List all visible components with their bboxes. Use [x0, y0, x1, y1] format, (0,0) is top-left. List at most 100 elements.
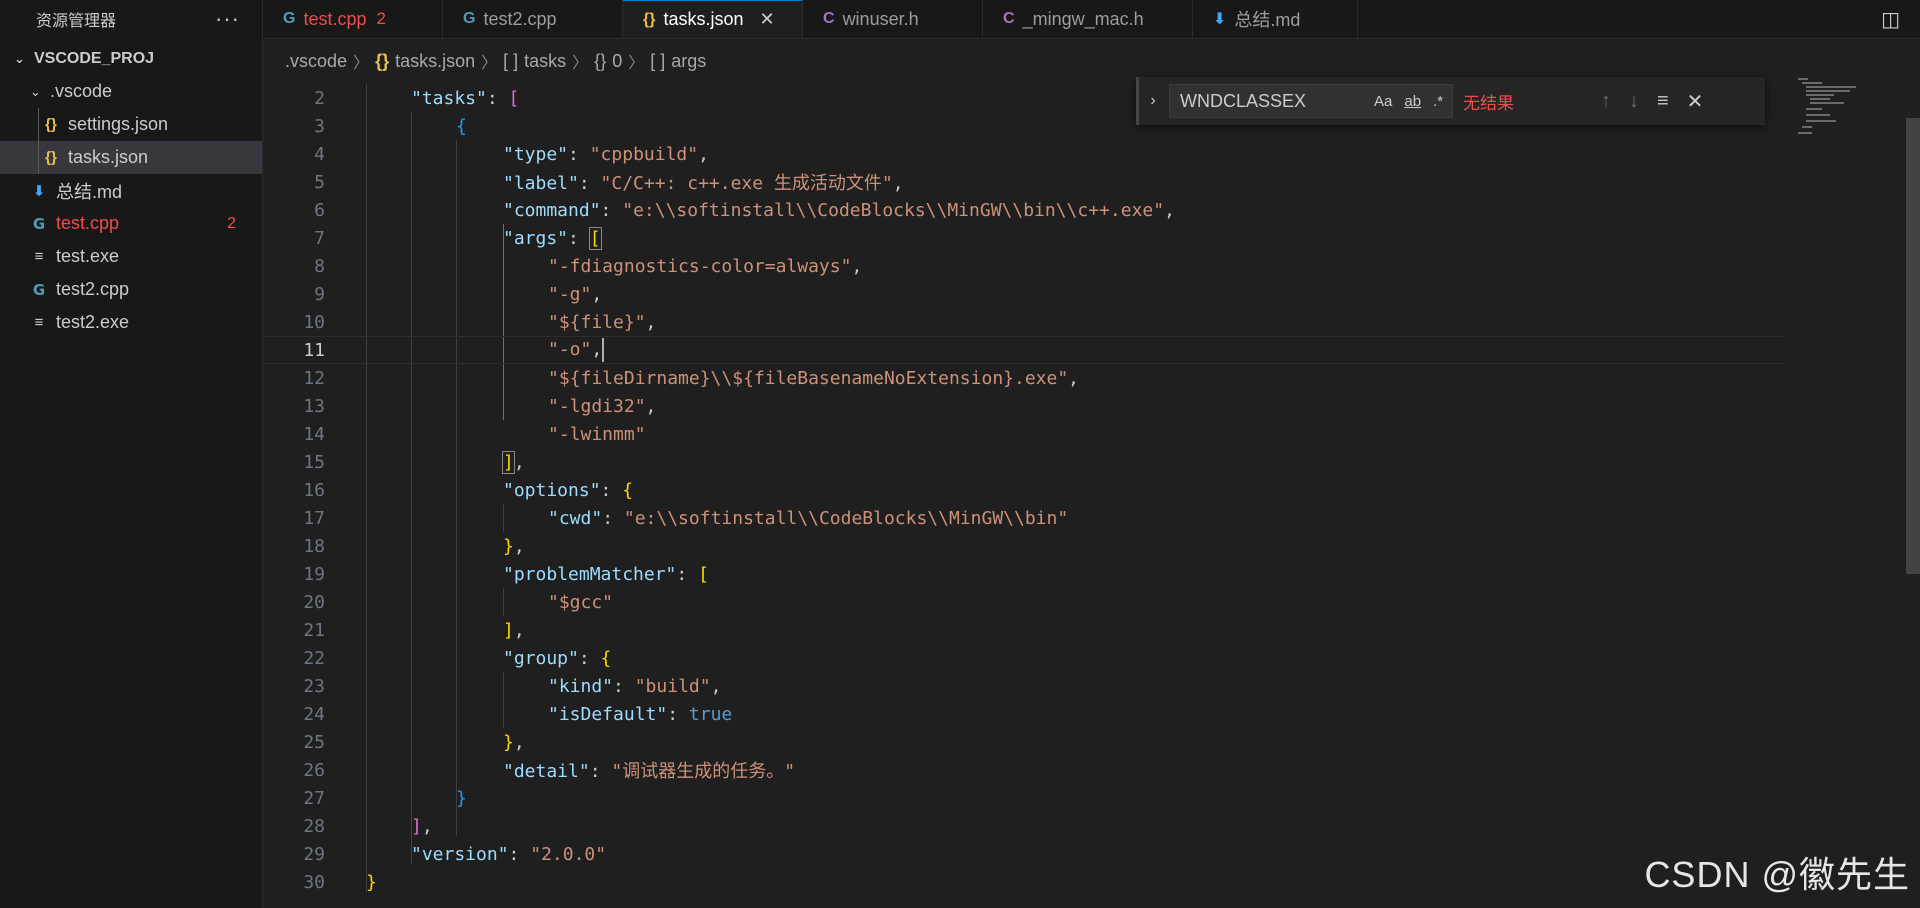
json-key: "kind": [548, 675, 614, 697]
arrow-down-icon[interactable]: ↓: [1629, 90, 1639, 113]
line-number: 9: [314, 283, 325, 305]
code-line: 25 },: [263, 728, 1783, 756]
close-icon[interactable]: ✕: [1687, 89, 1704, 114]
regex-icon[interactable]: .*: [1433, 93, 1443, 110]
chevron-down-icon: ⌄: [14, 50, 25, 66]
scrollbar-thumb[interactable]: [1906, 118, 1920, 574]
json-string: "${file}": [548, 311, 646, 333]
binary-file-icon: ≡: [34, 248, 44, 265]
binary-file-icon: ≡: [34, 314, 44, 331]
code-line: 5 "label": "C/C++: c++.exe 生成活动文件",: [263, 168, 1783, 196]
project-folder[interactable]: ⌄ VSCODE_PROJ: [0, 42, 262, 75]
code-line: 9 "-g",: [263, 280, 1783, 308]
c-header-file-icon: C: [1003, 10, 1015, 27]
chevron-right-icon[interactable]: ›: [1139, 92, 1167, 110]
tab-label: 总结.md: [1234, 10, 1301, 30]
tree-item-test-exe[interactable]: ≡ test.exe: [0, 240, 262, 273]
tab-winuser-h[interactable]: C winuser.h: [803, 0, 983, 38]
code-line: 20 "$gcc": [263, 588, 1783, 616]
error-count-badge: 2: [227, 214, 236, 232]
json-string: "-lwinmm": [548, 423, 646, 445]
code-line: 29 "version": "2.0.0": [263, 840, 1783, 868]
tree-item-label: test2.exe: [56, 312, 130, 332]
tab-tasks-json[interactable]: {} tasks.json ✕: [623, 0, 803, 38]
json-string: "e:\\softinstall\\CodeBlocks\\MinGW\\bin…: [623, 507, 1069, 529]
line-number: 18: [303, 535, 325, 557]
json-key: "group": [503, 647, 579, 669]
code-line: 14 "-lwinmm": [263, 420, 1783, 448]
line-number: 6: [314, 199, 325, 221]
breadcrumb-item[interactable]: .vscode: [285, 51, 347, 72]
tree-item-tasks-json[interactable]: {} tasks.json: [0, 141, 262, 174]
find-in-selection-icon[interactable]: ≡: [1657, 90, 1669, 113]
json-string: "C/C++: c++.exe 生成活动文件": [600, 173, 893, 194]
tab-summary-md[interactable]: ⬇ 总结.md: [1193, 0, 1358, 38]
code-line: 22 "group": {: [263, 644, 1783, 672]
line-number: 20: [303, 591, 325, 613]
breadcrumb-item[interactable]: tasks.json: [395, 51, 475, 72]
tab-mingw-mac-h[interactable]: C _mingw_mac.h: [983, 0, 1193, 38]
code-line: 7 "args": [: [263, 224, 1783, 252]
more-actions-icon[interactable]: ···: [215, 6, 240, 32]
tree-item-settings-json[interactable]: {} settings.json: [0, 108, 262, 141]
close-icon[interactable]: ✕: [760, 9, 775, 30]
json-string: "-fdiagnostics-color=always": [548, 255, 852, 277]
tab-label: winuser.h: [842, 8, 919, 29]
line-number: 23: [303, 675, 325, 697]
bracket-match: ]: [502, 450, 515, 474]
tree-item-summary-md[interactable]: ⬇ 总结.md: [0, 174, 262, 207]
code-editor[interactable]: 2 "tasks": [ 3 { 4 "type": "cppbuild", 5…: [263, 84, 1903, 908]
tab-test2-cpp[interactable]: G test2.cpp: [443, 0, 623, 38]
tree-item-label: .vscode: [50, 81, 113, 101]
json-key: "type": [503, 143, 569, 165]
line-number: 14: [303, 423, 325, 445]
tree-item-test2-exe[interactable]: ≡ test2.exe: [0, 306, 262, 339]
split-editor-icon[interactable]: ◫: [1881, 7, 1900, 32]
markdown-file-icon: ⬇: [32, 182, 46, 200]
find-input[interactable]: [1178, 89, 1362, 113]
explorer-title: 资源管理器: [36, 13, 117, 30]
line-number: 5: [314, 171, 325, 193]
line-number: 3: [314, 115, 325, 137]
line-number: 27: [303, 787, 325, 809]
json-key: "version": [411, 843, 509, 865]
code-line: 28 ],: [263, 812, 1783, 840]
line-number: 22: [303, 647, 325, 669]
match-case-icon[interactable]: Aa: [1374, 93, 1392, 110]
json-string: "调试器生成的任务。": [611, 761, 796, 782]
json-string: "${fileDirname}\\${fileBasenameNoExtensi…: [548, 367, 1069, 389]
code-line: 13 "-lgdi32",: [263, 392, 1783, 420]
arrow-up-icon[interactable]: ↑: [1601, 90, 1611, 113]
chevron-down-icon: ⌄: [30, 83, 41, 99]
line-number: 21: [303, 619, 325, 641]
c-header-file-icon: C: [823, 10, 835, 27]
indent-guide: [38, 141, 39, 174]
breadcrumb-item[interactable]: 0: [612, 51, 622, 72]
chevron-right-icon: 〉: [353, 55, 370, 72]
tree-item-label: settings.json: [68, 114, 169, 134]
breadcrumb-item[interactable]: args: [671, 51, 706, 72]
tree-item-test2-cpp[interactable]: G test2.cpp: [0, 273, 262, 306]
tab-test-cpp[interactable]: G test.cpp 2: [263, 0, 443, 38]
minimap[interactable]: [1794, 78, 1868, 138]
indent-guide: [38, 108, 39, 141]
line-number: 26: [303, 759, 325, 781]
json-string: "-lgdi32": [548, 395, 646, 417]
find-widget: › Aa ab .* 无结果 ↑ ↓ ≡ ✕: [1136, 77, 1765, 125]
tree-item-test-cpp[interactable]: G test.cpp 2: [0, 207, 262, 240]
tree-item-vscode[interactable]: ⌄ .vscode: [0, 75, 262, 108]
code-line: 18 },: [263, 532, 1783, 560]
object-symbol-icon: {}: [594, 50, 607, 71]
cpp-file-icon: G: [32, 280, 46, 299]
match-whole-word-icon[interactable]: ab: [1404, 93, 1421, 110]
code-line: 17 "cwd": "e:\\softinstall\\CodeBlocks\\…: [263, 504, 1783, 532]
array-symbol-icon: [ ]: [650, 50, 666, 71]
line-number: 28: [303, 815, 325, 837]
json-string: "-o": [548, 339, 592, 360]
breadcrumb-item[interactable]: tasks: [524, 51, 566, 72]
code-line: 4 "type": "cppbuild",: [263, 140, 1783, 168]
line-number: 8: [314, 255, 325, 277]
code-line: 6 "command": "e:\\softinstall\\CodeBlock…: [263, 196, 1783, 224]
json-boolean: true: [688, 703, 733, 725]
code-line: 30 }: [263, 868, 1783, 896]
